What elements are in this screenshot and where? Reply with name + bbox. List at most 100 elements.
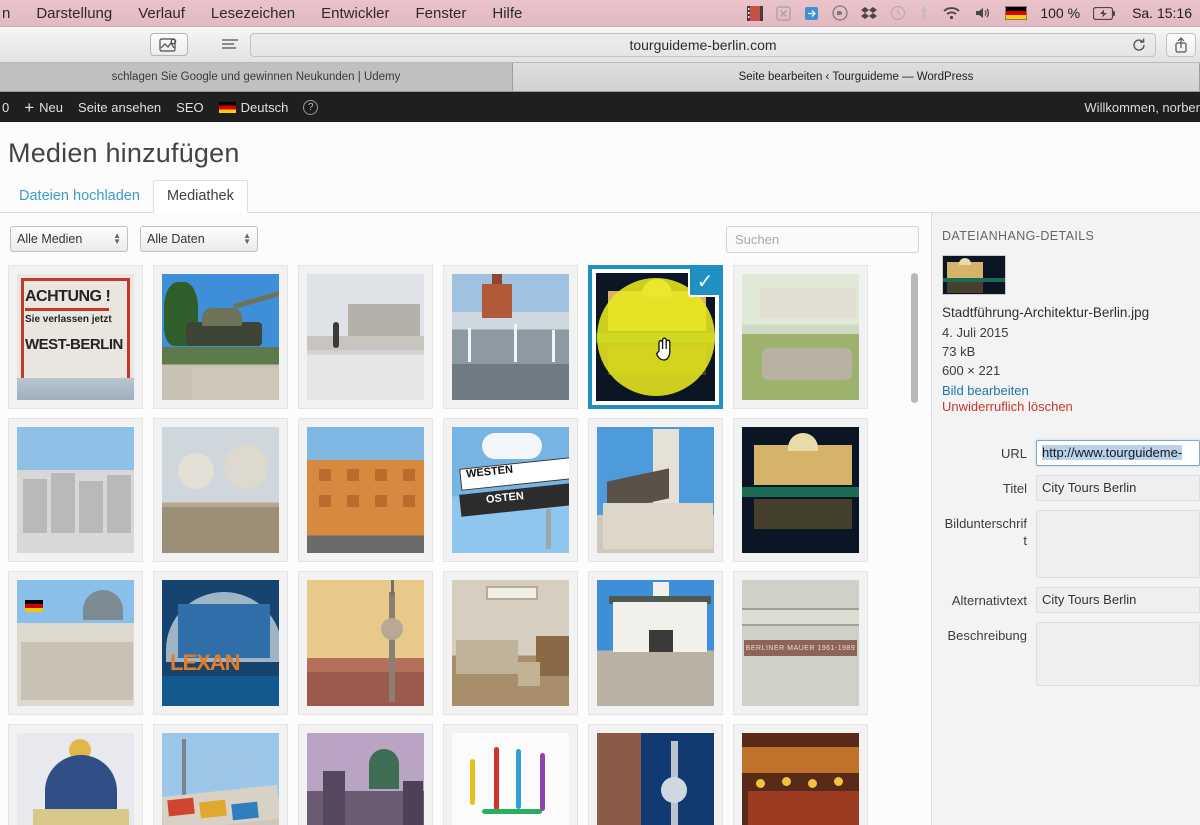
admin-bar-greeting[interactable]: Willkommen, norber	[1084, 100, 1200, 115]
admin-bar-new-label: Neu	[39, 99, 64, 115]
attachment-details-heading: DATEIANHANG-DETAILS	[942, 229, 1095, 243]
wp-admin-bar: 0 + Neu Seite ansehen SEO Deutsch ? Will…	[0, 92, 1200, 122]
help-icon[interactable]: ?	[303, 99, 319, 115]
media-item-east-side-gallery-graffiti[interactable]	[153, 724, 288, 825]
german-flag-icon[interactable]	[1005, 6, 1028, 20]
media-grid-scrollbar[interactable]	[908, 265, 921, 805]
media-item-orange-apartment-building[interactable]	[298, 418, 433, 562]
media-item-tv-tower-brick-wall[interactable]	[588, 724, 723, 825]
admin-bar-items: 0 + Neu Seite ansehen SEO Deutsch ?	[0, 99, 319, 116]
menu-item-hilfe[interactable]: Hilfe	[492, 5, 522, 22]
achtung-line2: Sie verlassen jetzt	[25, 314, 112, 325]
battery-charging-icon[interactable]	[1093, 6, 1116, 20]
history-clock-icon[interactable]	[890, 5, 906, 21]
media-item-reichstag-columns-flag[interactable]	[8, 571, 143, 715]
share-icon[interactable]	[1166, 32, 1196, 57]
admin-bar-comment-count[interactable]: 0	[2, 100, 9, 115]
media-item-alexanderplatz-station[interactable]: LEXAN	[153, 571, 288, 715]
caption-label: Bildunterschrift	[944, 516, 1027, 548]
volume-icon[interactable]	[974, 6, 992, 20]
address-bar-url: tourguideme-berlin.com	[629, 36, 777, 53]
wifi-icon[interactable]	[942, 6, 961, 20]
field-row-description: Beschreibung	[942, 622, 1200, 686]
menu-bar-clock[interactable]: Sa. 15:16	[1128, 5, 1192, 21]
reload-icon[interactable]	[1131, 37, 1147, 58]
menu-item-lesezeichen[interactable]: Lesezeichen	[211, 5, 295, 22]
media-grid-wrapper: ACHTUNG ! Sie verlassen jetzt WEST-BERLI…	[0, 265, 931, 825]
media-item-tv-tower-sunset[interactable]	[298, 571, 433, 715]
media-item-berliner-mauer-pavement-marker[interactable]: BERLINER MAUER 1961-1989	[733, 571, 868, 715]
macos-menu-bar: n Darstellung Verlauf Lesezeichen Entwic…	[0, 0, 1200, 27]
date-filter-value: Alle Daten	[147, 232, 205, 246]
media-item-christmas-market-stalls[interactable]	[733, 724, 868, 825]
bluetooth-icon[interactable]	[919, 5, 929, 21]
menu-bar-status-items: 100 % Sa. 15:16	[747, 5, 1200, 21]
description-field[interactable]	[1036, 622, 1200, 686]
attachment-dimensions: 600 × 221	[942, 363, 1001, 378]
media-item-teufelsberg-radomes[interactable]	[153, 418, 288, 562]
media-item-ubahn-network-map[interactable]	[443, 724, 578, 825]
media-item-stadtfuehrung-architektur-berlin[interactable]: ✓	[588, 265, 723, 409]
admin-bar-language-label: Deutsch	[240, 99, 289, 115]
menu-item-verlauf[interactable]: Verlauf	[138, 5, 185, 22]
attachment-filesize: 73 kB	[942, 344, 976, 359]
reader-view-icon[interactable]	[214, 33, 246, 56]
scrollbar-thumb[interactable]	[911, 273, 918, 403]
chevron-updown-icon: ▲ ▼	[113, 231, 121, 246]
media-item-reichstag-reflection-night[interactable]	[733, 418, 868, 562]
admin-bar-language[interactable]: Deutsch	[218, 99, 289, 115]
pocket-icon[interactable]	[832, 5, 849, 21]
media-item-berlin-skyline-dusk[interactable]	[298, 724, 433, 825]
media-item-sachsenhausen-gate-building[interactable]	[588, 571, 723, 715]
edit-image-link[interactable]: Bild bearbeiten	[942, 383, 1200, 398]
field-row-alt: Alternativtext City Tours Berlin	[942, 587, 1200, 613]
media-item-berlin-wall-view[interactable]	[298, 265, 433, 409]
film-icon[interactable]	[747, 5, 764, 21]
dropbox-sync-icon[interactable]	[804, 6, 819, 21]
search-input[interactable]: Suchen	[726, 225, 919, 253]
alt-text-label: Alternativtext	[951, 593, 1027, 608]
date-filter[interactable]: Alle Daten ▲ ▼	[140, 226, 258, 252]
media-item-westen-osten-signpost[interactable]: WESTEN OSTEN	[443, 418, 578, 562]
attachment-fields: URL http://www.tourguideme- Titel City T…	[942, 440, 1200, 686]
media-item-fountain-church-square[interactable]	[443, 265, 578, 409]
field-row-url: URL http://www.tourguideme-	[942, 440, 1200, 466]
attachment-details-pane: DATEIANHANG-DETAILS Stadtführung-Archite…	[931, 213, 1200, 825]
browser-tab-wordpress[interactable]: Seite bearbeiten ‹ Tourguideme — WordPre…	[513, 63, 1200, 91]
page-title: Medien hinzufügen	[8, 138, 240, 168]
media-item-church-with-clock-tower[interactable]	[588, 418, 723, 562]
selected-check-icon[interactable]: ✓	[688, 269, 719, 297]
media-item-holocaust-memorial-stelae[interactable]	[8, 418, 143, 562]
media-item-park-pathway-building[interactable]	[733, 265, 868, 409]
mouse-cursor-hand-icon	[654, 337, 674, 368]
address-bar[interactable]: tourguideme-berlin.com	[250, 32, 1156, 58]
tab-media-library[interactable]: Mediathek	[152, 180, 248, 213]
menu-item-fenster[interactable]: Fenster	[416, 5, 467, 22]
field-row-caption: Bildunterschrift	[942, 510, 1200, 578]
delete-permanently-link[interactable]: Unwiderruflich löschen	[942, 399, 1200, 414]
url-field[interactable]: http://www.tourguideme-	[1036, 440, 1200, 466]
media-item-golden-dome-detail[interactable]	[8, 724, 143, 825]
media-modal-tabs: Dateien hochladen Mediathek	[0, 179, 1200, 213]
menu-items: n Darstellung Verlauf Lesezeichen Entwic…	[0, 5, 522, 22]
title-label: Titel	[1002, 481, 1027, 496]
alt-text-field[interactable]: City Tours Berlin	[1036, 587, 1200, 613]
media-item-soviet-tank-memorial[interactable]	[153, 265, 288, 409]
admin-bar-new[interactable]: + Neu	[24, 99, 63, 116]
hide-images-icon[interactable]	[150, 33, 188, 56]
tab-upload-files[interactable]: Dateien hochladen	[6, 181, 153, 212]
dropbox-icon[interactable]	[861, 6, 878, 21]
menu-item-darstellung[interactable]: Darstellung	[36, 5, 112, 22]
browser-tab-udemy[interactable]: schlagen Sie Google und gewinnen Neukund…	[0, 63, 513, 91]
caption-field[interactable]	[1036, 510, 1200, 578]
media-type-filter[interactable]: Alle Medien ▲ ▼	[10, 226, 128, 252]
media-item-stasi-prison-cell[interactable]	[443, 571, 578, 715]
admin-bar-view-page[interactable]: Seite ansehen	[78, 100, 161, 115]
title-field[interactable]: City Tours Berlin	[1036, 475, 1200, 501]
admin-bar-seo[interactable]: SEO	[176, 100, 203, 115]
media-grid: ACHTUNG ! Sie verlassen jetzt WEST-BERLI…	[8, 265, 931, 825]
menu-item-entwickler[interactable]: Entwickler	[321, 5, 389, 22]
x-box-icon[interactable]	[776, 5, 792, 21]
media-item-achtung-west-berlin-sign[interactable]: ACHTUNG ! Sie verlassen jetzt WEST-BERLI…	[8, 265, 143, 409]
menu-item-0[interactable]: n	[2, 5, 10, 22]
